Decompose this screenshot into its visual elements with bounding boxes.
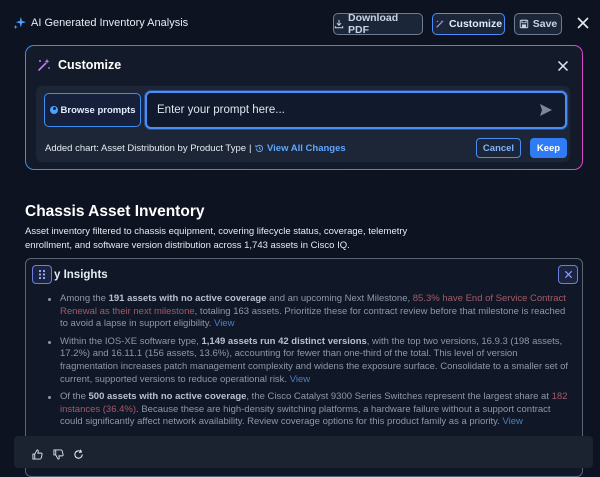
save-button[interactable]: Save bbox=[514, 13, 562, 35]
close-icon[interactable] bbox=[576, 16, 590, 30]
view-all-changes-link[interactable]: View All Changes bbox=[255, 143, 346, 154]
download-pdf-button[interactable]: Download PDF bbox=[333, 12, 423, 36]
drag-handle-icon[interactable] bbox=[32, 265, 52, 284]
magic-wand-icon bbox=[37, 58, 51, 72]
view-all-changes-label: View All Changes bbox=[267, 143, 346, 154]
remove-section-button[interactable] bbox=[558, 265, 578, 284]
browse-prompts-label: Browse prompts bbox=[60, 104, 136, 116]
customize-title: Customize bbox=[58, 58, 122, 72]
insight-item: Among the 191 assets with no active cove… bbox=[46, 293, 571, 331]
close-icon[interactable] bbox=[557, 59, 569, 72]
customize-label: Customize bbox=[448, 18, 503, 30]
browse-prompts-button[interactable]: Browse prompts bbox=[44, 93, 141, 127]
history-icon bbox=[255, 144, 264, 153]
top-bar: AI Generated Inventory Analysis Download… bbox=[0, 0, 600, 46]
prompt-area: Browse prompts Added chart: Asset Distri… bbox=[36, 86, 570, 162]
change-summary-text: Added chart: Asset Distribution by Produ… bbox=[45, 143, 247, 154]
view-link[interactable]: View bbox=[502, 416, 522, 427]
close-icon bbox=[564, 270, 572, 279]
page-title: Chassis Asset Inventory bbox=[25, 203, 205, 220]
thumbs-down-icon[interactable] bbox=[53, 447, 64, 460]
refresh-icon[interactable] bbox=[73, 447, 84, 459]
insight-item: Of the 500 assets with no active coverag… bbox=[46, 391, 571, 429]
download-pdf-label: Download PDF bbox=[347, 12, 399, 36]
insight-item: Within the IOS-XE software type, 1,149 a… bbox=[46, 336, 571, 386]
prompt-input[interactable] bbox=[157, 102, 517, 118]
keep-button[interactable]: Keep bbox=[530, 138, 567, 158]
save-icon bbox=[519, 19, 528, 29]
sparkle-icon bbox=[13, 16, 27, 30]
download-icon bbox=[334, 19, 344, 29]
app-title: AI Generated Inventory Analysis bbox=[31, 17, 189, 29]
page-description: Asset inventory filtered to chassis equi… bbox=[25, 226, 408, 251]
magic-wand-icon bbox=[436, 19, 444, 28]
send-icon[interactable] bbox=[539, 103, 553, 117]
insights-list: Among the 191 assets with no active cove… bbox=[46, 293, 571, 434]
view-link[interactable]: View bbox=[290, 374, 310, 385]
change-summary: Added chart: Asset Distribution by Produ… bbox=[45, 143, 252, 154]
customize-panel: Customize Browse prompts Added chart: As… bbox=[25, 45, 583, 170]
feedback-bar bbox=[14, 436, 593, 468]
thumbs-up-icon[interactable] bbox=[32, 447, 43, 460]
view-link[interactable]: View bbox=[214, 318, 234, 329]
customize-button[interactable]: Customize bbox=[432, 13, 505, 35]
prompt-field bbox=[145, 91, 567, 129]
cancel-button[interactable]: Cancel bbox=[476, 138, 521, 158]
insights-title: y Insights bbox=[54, 269, 108, 281]
prompt-library-icon bbox=[49, 106, 58, 114]
save-label: Save bbox=[532, 18, 558, 30]
